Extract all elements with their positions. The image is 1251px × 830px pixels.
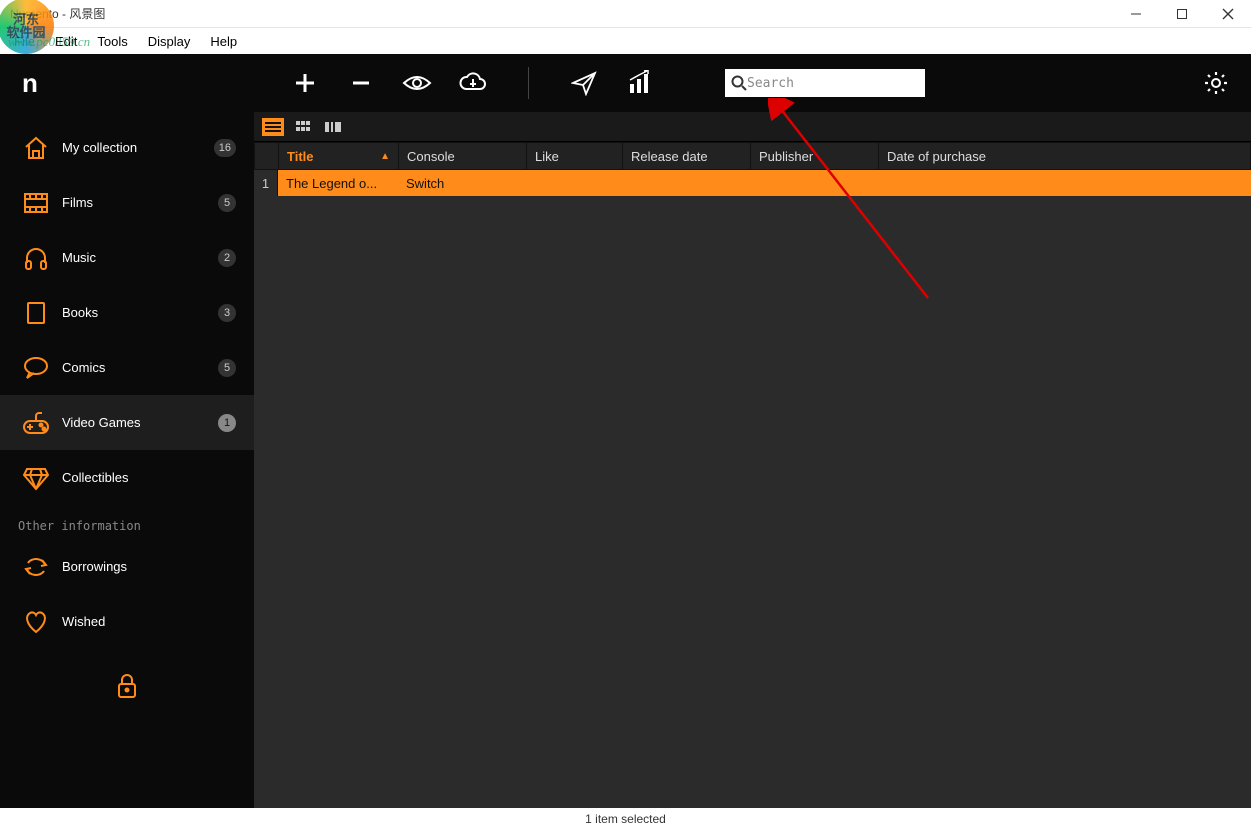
sidebar-item-books[interactable]: Books 3 xyxy=(0,285,254,340)
view-detail-button[interactable] xyxy=(322,118,344,136)
menubar: File Edit Tools Display Help xyxy=(0,28,1251,54)
sidebar-item-videogames[interactable]: Video Games 1 xyxy=(0,395,254,450)
sidebar-label: Books xyxy=(62,305,218,320)
menu-help[interactable]: Help xyxy=(200,31,247,52)
view-grid-button[interactable] xyxy=(292,118,314,136)
sidebar-item-music[interactable]: Music 2 xyxy=(0,230,254,285)
sidebar-item-collection[interactable]: My collection 16 xyxy=(0,120,254,175)
add-button[interactable] xyxy=(290,68,320,98)
sidebar-count: 2 xyxy=(218,249,236,267)
send-button[interactable] xyxy=(569,68,599,98)
maximize-button[interactable] xyxy=(1159,0,1205,28)
toolbar: n xyxy=(0,54,1251,112)
table-row[interactable]: 1 The Legend o... Switch xyxy=(254,170,1251,196)
refresh-icon xyxy=(18,552,54,582)
sidebar-item-comics[interactable]: Comics 5 xyxy=(0,340,254,395)
stats-button[interactable] xyxy=(625,68,655,98)
search-box[interactable] xyxy=(725,69,925,97)
cell-title: The Legend o... xyxy=(278,176,398,191)
menu-display[interactable]: Display xyxy=(138,31,201,52)
book-icon xyxy=(18,298,54,328)
film-icon xyxy=(18,188,54,218)
toolbar-separator xyxy=(528,67,529,99)
sidebar-item-collectibles[interactable]: Collectibles xyxy=(0,450,254,505)
table-empty-area xyxy=(254,196,1251,808)
cloud-button[interactable] xyxy=(458,68,488,98)
col-like[interactable]: Like xyxy=(527,143,623,169)
sidebar-label: Music xyxy=(62,250,218,265)
col-index[interactable] xyxy=(255,143,279,169)
sidebar-count: 3 xyxy=(218,304,236,322)
window-titlebar: Numento - 风景图 xyxy=(0,0,1251,28)
settings-button[interactable] xyxy=(1201,68,1231,98)
sidebar-item-borrowings[interactable]: Borrowings xyxy=(0,539,254,594)
diamond-icon xyxy=(18,463,54,493)
sidebar-label: Collectibles xyxy=(62,470,236,485)
col-release[interactable]: Release date xyxy=(623,143,751,169)
chat-icon xyxy=(18,353,54,383)
sidebar-item-films[interactable]: Films 5 xyxy=(0,175,254,230)
search-input[interactable] xyxy=(747,76,919,91)
close-button[interactable] xyxy=(1205,0,1251,28)
col-console[interactable]: Console xyxy=(399,143,527,169)
row-index: 1 xyxy=(254,170,278,196)
view-toolbar xyxy=(254,112,1251,142)
sort-asc-icon: ▲ xyxy=(380,151,390,162)
watermark-url: www.pc0359.cn xyxy=(8,34,90,50)
sidebar-count: 5 xyxy=(218,359,236,377)
col-purchase-date[interactable]: Date of purchase xyxy=(879,143,1250,169)
sidebar-count: 1 xyxy=(218,414,236,432)
view-button[interactable] xyxy=(402,68,432,98)
headphones-icon xyxy=(18,243,54,273)
sidebar-label: Wished xyxy=(62,614,236,629)
heart-icon xyxy=(18,607,54,637)
col-title[interactable]: Title▲ xyxy=(279,143,399,169)
sidebar-label: My collection xyxy=(62,140,214,155)
sidebar: My collection 16 Films 5 Music 2 Books 3… xyxy=(0,112,254,808)
status-bar: 1 item selected xyxy=(0,808,1251,830)
sidebar-label: Comics xyxy=(62,360,218,375)
sidebar-count: 16 xyxy=(214,139,236,157)
home-icon xyxy=(18,133,54,163)
gamepad-icon xyxy=(18,408,54,438)
minimize-button[interactable] xyxy=(1113,0,1159,28)
sidebar-item-wished[interactable]: Wished xyxy=(0,594,254,649)
sidebar-section: Other information xyxy=(0,505,254,539)
menu-tools[interactable]: Tools xyxy=(87,31,137,52)
search-icon xyxy=(731,75,747,91)
sidebar-count: 5 xyxy=(218,194,236,212)
lock-icon[interactable] xyxy=(116,673,138,699)
sidebar-label: Borrowings xyxy=(62,559,236,574)
window-title: Numento - 风景图 xyxy=(8,5,105,22)
sidebar-label: Video Games xyxy=(62,415,218,430)
table-header: Title▲ Console Like Release date Publish… xyxy=(254,142,1251,170)
col-publisher[interactable]: Publisher xyxy=(751,143,879,169)
cell-console: Switch xyxy=(398,176,526,191)
sidebar-label: Films xyxy=(62,195,218,210)
app-logo: n xyxy=(20,68,70,99)
view-list-button[interactable] xyxy=(262,118,284,136)
remove-button[interactable] xyxy=(346,68,376,98)
content-pane: Title▲ Console Like Release date Publish… xyxy=(254,112,1251,808)
